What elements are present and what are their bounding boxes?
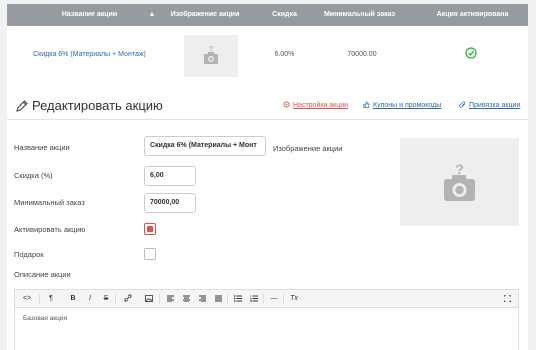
align-center-icon (182, 295, 190, 303)
numbered-list-button[interactable] (249, 290, 259, 308)
active-check-icon (465, 47, 477, 59)
min-order-input[interactable]: 70000,00 (144, 193, 196, 213)
discount-label: Скидка (%) (14, 171, 53, 180)
coupons-link-label[interactable]: Купоны и промокоды (373, 102, 441, 109)
description-editor: <> ¶ B I S — Tx Базовая акция (14, 289, 519, 350)
align-right-button[interactable] (197, 290, 207, 308)
coupons-link[interactable]: Купоны и промокоды (363, 101, 441, 109)
column-header-discount[interactable]: Скидка (262, 4, 307, 26)
strikethrough-button[interactable]: S (101, 290, 111, 308)
promotion-image-placeholder: ? (184, 35, 238, 77)
page-title: Редактировать акцию (32, 98, 163, 113)
toolbar-divider (39, 294, 40, 304)
horizontal-rule-button[interactable]: — (269, 290, 279, 308)
description-label: Описание акции (14, 270, 71, 279)
image-button[interactable] (143, 290, 155, 308)
name-label: Название акции (14, 143, 70, 152)
thumb-up-icon (363, 101, 370, 108)
settings-icon (283, 101, 290, 108)
editor-content[interactable]: Базовая акция (23, 315, 67, 322)
name-input[interactable]: Скидка 6% (Материалы + Монт (144, 136, 266, 156)
promotion-discount: 6.00% (274, 51, 295, 58)
gift-label: Подарок (14, 250, 44, 259)
pencil-icon (16, 100, 28, 112)
promotion-name-link[interactable]: Скидка 6% (Материалы + Монтаж) (7, 51, 172, 58)
panel-header: Редактировать акцию Настройки акции Купо… (7, 92, 528, 120)
activate-label: Активировать акцию (14, 225, 86, 234)
align-justify-icon (214, 295, 222, 303)
svg-text:?: ? (455, 161, 464, 177)
image-label: Изображение акции (273, 144, 343, 153)
bullet-list-button[interactable] (233, 290, 243, 308)
toolbar-divider (227, 294, 228, 304)
binding-link-label[interactable]: Привязка акции (469, 102, 520, 109)
toolbar-divider (159, 294, 160, 304)
image-upload-box[interactable]: ? (400, 138, 519, 226)
editor-toolbar: <> ¶ B I S — Tx (15, 290, 518, 308)
toolbar-divider (115, 294, 116, 304)
align-center-button[interactable] (181, 290, 191, 308)
image-icon (145, 294, 153, 302)
settings-link-label[interactable]: Настройки акции (293, 102, 348, 109)
link-button[interactable] (121, 290, 135, 308)
fullscreen-button[interactable] (502, 290, 512, 308)
promotions-table: Название акции ▲ Изображение акции Скидк… (7, 4, 528, 92)
column-header-min-order[interactable]: Минимальный заказ (312, 4, 407, 26)
camera-icon: ? (204, 46, 218, 64)
sort-asc-icon[interactable]: ▲ (147, 4, 157, 26)
table-header: Название акции ▲ Изображение акции Скидк… (7, 4, 528, 26)
numbered-list-icon (249, 294, 258, 302)
promotion-min-order: 70000.00 (347, 51, 377, 58)
fullscreen-icon (503, 294, 511, 303)
align-left-button[interactable] (165, 290, 175, 308)
min-order-label: Минимальный заказ (14, 198, 85, 207)
column-header-image: Изображение акции (170, 11, 240, 18)
camera-icon: ? (444, 161, 475, 201)
align-left-icon (166, 295, 174, 303)
link-icon (124, 294, 132, 302)
column-header-active[interactable]: Акция активирована (417, 4, 528, 26)
clear-format-button[interactable]: Tx (289, 290, 299, 308)
checkbox-checked-mark (147, 226, 153, 232)
italic-button[interactable]: I (85, 290, 95, 308)
gift-checkbox[interactable] (144, 248, 156, 260)
paperclip-icon (459, 101, 466, 108)
align-justify-button[interactable] (213, 290, 223, 308)
binding-link[interactable]: Привязка акции (459, 101, 520, 109)
svg-text:?: ? (209, 46, 213, 53)
toolbar-divider (263, 294, 264, 304)
discount-input[interactable]: 6,00 (144, 166, 196, 186)
source-code-button[interactable]: <> (20, 290, 34, 308)
toolbar-divider (283, 294, 284, 304)
align-right-icon (198, 295, 206, 303)
edit-promotion-panel: Редактировать акцию Настройки акции Купо… (7, 92, 528, 350)
paragraph-button[interactable]: ¶ (46, 290, 56, 308)
activate-checkbox[interactable] (144, 223, 156, 235)
bullet-list-icon (234, 294, 242, 302)
settings-link[interactable]: Настройки акции (283, 101, 348, 109)
bold-button[interactable]: B (68, 290, 78, 308)
